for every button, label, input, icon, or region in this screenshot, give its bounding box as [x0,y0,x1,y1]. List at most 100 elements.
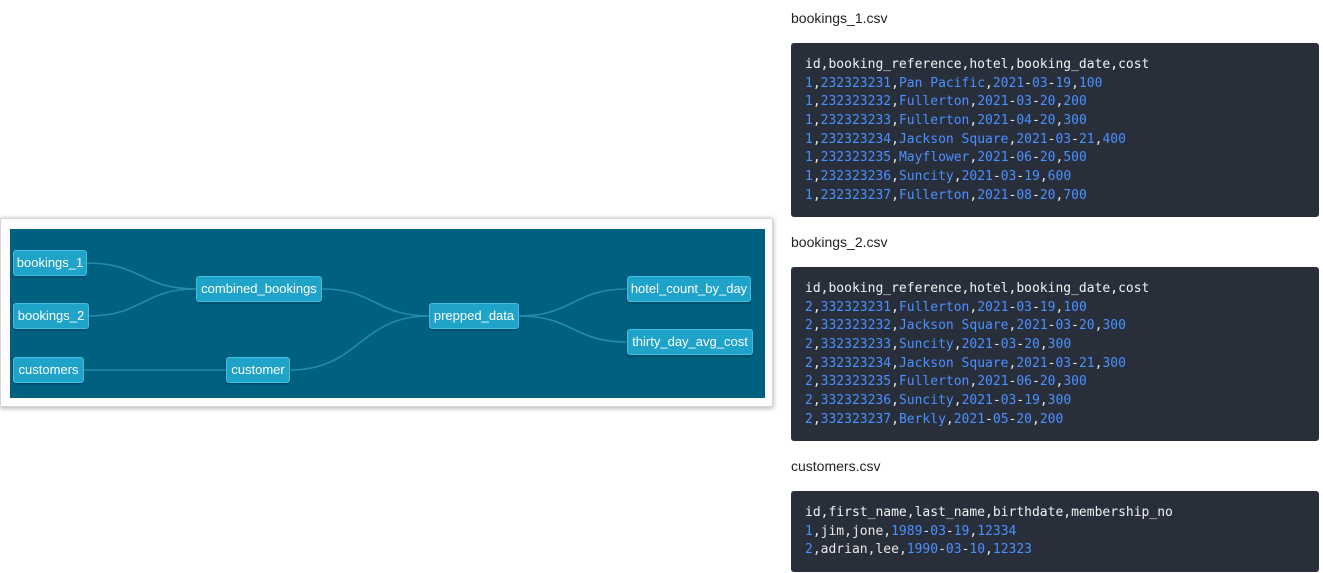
csv-cell-year: 2021 [977,374,1009,390]
csv-header: id,booking_reference,hotel,booking_date,… [805,57,1150,72]
file-title-bookings-2: bookings_2.csv [791,234,888,250]
csv-cell: Jackson Square [898,355,1009,371]
code-block-customers: id,first_name,last_name,birthdate,member… [791,491,1319,572]
csv-row: 2,332323234,Jackson Square,2021-03-21,30… [805,355,1126,371]
csv-cell-year: 2021 [992,75,1025,91]
csv-cell-year: 2021 [1016,318,1048,334]
csv-cell: 232323234 [820,131,892,147]
node-bookings-2[interactable]: bookings_2 [13,303,89,329]
csv-cell-year: 2021 [961,169,993,185]
csv-cell-day: 19 [1055,75,1072,91]
csv-cell: Suncity [898,337,954,353]
csv-cell: 600 [1047,169,1072,185]
csv-cell-id: 2 [805,299,813,315]
csv-cell: 232323237 [820,187,892,203]
csv-cell: 232323236 [820,169,892,185]
csv-header: id,first_name,last_name,birthdate,member… [805,505,1173,520]
csv-cell-day: 20 [1039,187,1056,203]
node-customer[interactable]: customer [226,357,290,383]
code-block-bookings-2: id,booking_reference,hotel,booking_date,… [791,267,1319,441]
node-combined-bookings[interactable]: combined_bookings [196,276,322,302]
csv-cell-year: 2021 [977,187,1009,203]
csv-cell-month: 03 [945,542,962,558]
csv-cell-year: 2021 [961,393,993,409]
csv-cell: Berkly [898,411,946,427]
lineage-edges [83,262,628,371]
csv-cell-month: 03 [1055,318,1072,334]
csv-cell: 400 [1102,131,1126,147]
csv-cell: 500 [1063,150,1087,166]
csv-cell-id: 1 [805,169,813,185]
edge-prepped_data-to-thirty_day_avg_cost [518,315,628,343]
csv-cell-year: 1989 [891,523,923,539]
csv-cell-day: 19 [1024,393,1040,409]
csv-cell-id: 2 [805,374,813,390]
csv-row: 1,232323232,Fullerton,2021-03-20,200 [805,94,1087,110]
csv-row: 2,332323237,Berkly,2021-05-20,200 [805,411,1064,427]
node-customers[interactable]: customers [13,357,84,383]
csv-cell: Fullerton [898,94,970,110]
csv-cell: 332323237 [820,411,892,427]
csv-cell-day: 21 [1078,355,1095,371]
csv-cell-month: 03 [1055,355,1072,371]
csv-cell: 700 [1063,187,1087,203]
csv-cell-month: 04 [1016,113,1033,129]
csv-cell-id: 2 [805,355,813,371]
csv-cell-month: 08 [1016,187,1033,203]
csv-rows: 2,332323231,Fullerton,2021-03-19,100 2,33… [805,299,1305,430]
node-hotel-count-by-day[interactable]: hotel_count_by_day [627,276,751,302]
csv-cell: Fullerton [898,113,970,129]
csv-cell-month: 06 [1016,150,1033,166]
csv-cell: 200 [1039,411,1064,427]
csv-cell-month: 03 [1016,299,1033,315]
csv-cell: jone [851,523,884,539]
node-thirty-day-avg-cost[interactable]: thirty_day_avg_cost [627,329,753,355]
csv-cell-id: 1 [805,131,813,147]
csv-cell-id: 2 [805,411,813,427]
node-bookings-1[interactable]: bookings_1 [13,250,87,276]
csv-row: 1,232323235,Mayflower,2021-06-20,500 [805,150,1087,166]
csv-cell: Fullerton [898,374,970,390]
csv-cell-year: 2021 [977,94,1009,110]
csv-cell-month: 03 [1055,131,1072,147]
csv-cell: 100 [1063,299,1087,315]
csv-row: 1,232323237,Fullerton,2021-08-20,700 [805,187,1087,203]
csv-cell: Fullerton [898,299,970,315]
csv-cell-day: 20 [1039,113,1056,129]
csv-cell-id: 1 [805,75,813,91]
csv-cell: Suncity [898,393,954,409]
csv-cell: 232323232 [820,94,892,110]
csv-cell: 332323233 [820,337,892,353]
csv-cell-id: 2 [805,318,813,334]
csv-row: 2,332323235,Fullerton,2021-06-20,300 [805,374,1087,390]
csv-cell-year: 2021 [977,299,1009,315]
csv-cell-day: 10 [969,542,986,558]
csv-cell: 300 [1047,337,1072,353]
csv-cell-year: 2021 [1016,131,1048,147]
lineage-graph-canvas: bookings_1 bookings_2 customers combined_bo… [10,229,765,398]
csv-cell-id: 1 [805,94,813,110]
csv-cell-day: 20 [1078,318,1095,334]
csv-cell: 300 [1063,113,1087,129]
csv-cell: Fullerton [898,187,970,203]
csv-cell: 332323231 [820,299,892,315]
csv-cell: Jackson Square [898,318,1009,334]
csv-cell-month: 03 [1000,393,1017,409]
csv-cell: jim [820,523,845,539]
csv-cell: 332323234 [820,355,892,371]
lineage-graph-panel: bookings_1 bookings_2 customers combined_bo… [0,218,773,407]
csv-row: 2,332323236,Suncity,2021-03-19,300 [805,393,1072,409]
code-block-bookings-1: id,booking_reference,hotel,booking_date,… [791,43,1319,217]
csv-row: 2,332323232,Jackson Square,2021-03-20,30… [805,318,1126,334]
csv-cell: 300 [1047,393,1072,409]
csv-cell-year: 2021 [977,113,1009,129]
node-prepped-data[interactable]: prepped_data [429,303,519,329]
csv-cell-id: 1 [805,113,813,129]
edge-bookings_1-to-combined_bookings [86,262,197,290]
csv-cell-day: 19 [1024,169,1040,185]
csv-row: 1,jim,jone,1989-03-19,12334 [805,523,1017,539]
file-title-customers: customers.csv [791,458,881,474]
csv-cell: 300 [1102,355,1126,371]
csv-cell-day: 20 [1024,337,1040,353]
csv-cell-id: 1 [805,187,813,203]
